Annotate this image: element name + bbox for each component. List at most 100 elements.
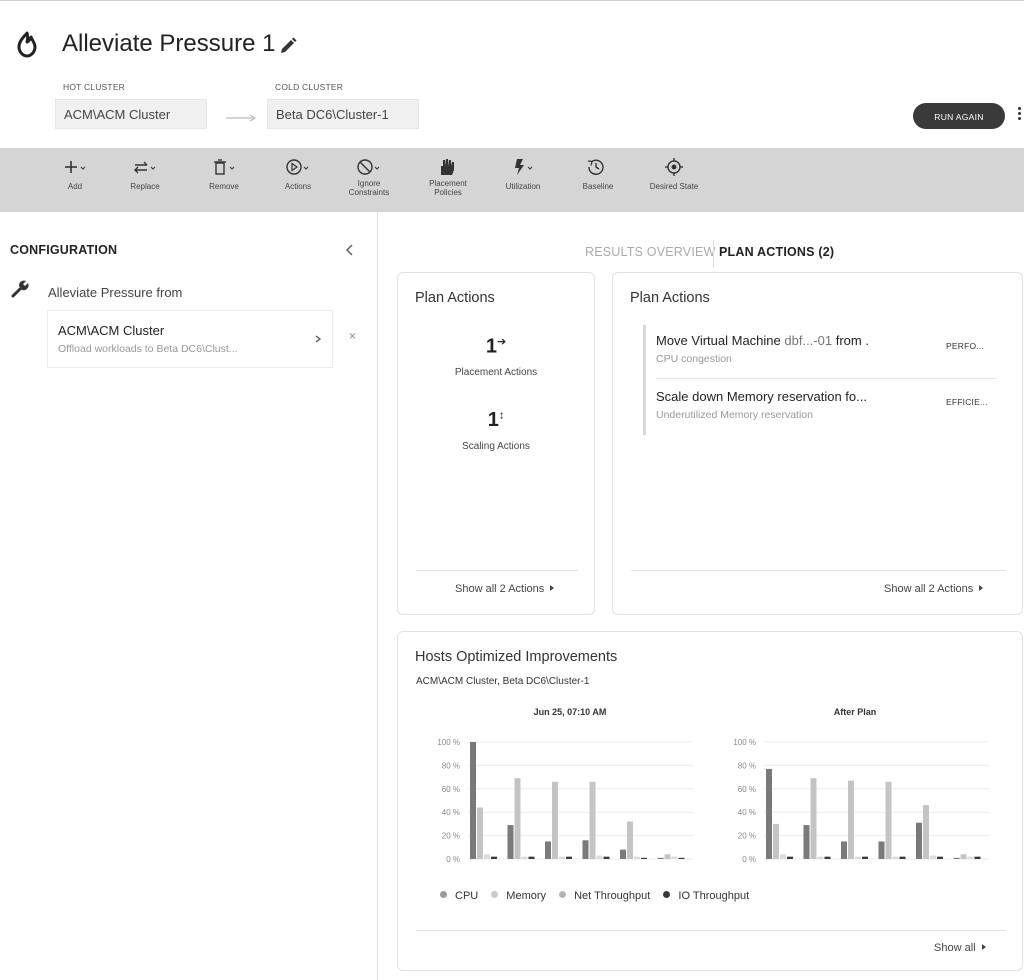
- bar-cpu: [507, 825, 514, 859]
- caret-right-icon: [550, 585, 555, 591]
- toolbar-ignore-constraints-label: Ignore Constraints: [337, 179, 401, 197]
- toolbar-remove[interactable]: Remove: [192, 158, 256, 191]
- legend-item-io-throughput: IO Throughput: [663, 890, 749, 902]
- action-title-end: from .: [835, 333, 869, 348]
- toolbar-utilization[interactable]: Utilization: [491, 158, 555, 191]
- tab-results-overview[interactable]: RESULTS OVERVIEW: [585, 245, 716, 259]
- page-title: Alleviate Pressure 1: [62, 30, 276, 57]
- toolbar-ignore-constraints[interactable]: Ignore Constraints: [337, 158, 401, 197]
- bar-memory: [885, 781, 892, 859]
- summary-show-all-text: Show all 2 Actions: [455, 583, 545, 595]
- bar-memory: [627, 821, 633, 859]
- configuration-panel: CONFIGURATION Alleviate Pressure from AC…: [0, 212, 378, 980]
- block-icon: [357, 159, 380, 175]
- bar-net-throughput: [671, 856, 678, 859]
- action-reason: Underutilized Memory reservation: [656, 409, 813, 421]
- actions-show-all-text: Show all 2 Actions: [884, 583, 974, 595]
- bar-io-throughput: [787, 856, 793, 859]
- plan-actions-list-card: Plan Actions Move Virtual Machine dbf...…: [612, 272, 1023, 615]
- bar-io-throughput: [824, 856, 831, 859]
- toolbar-baseline[interactable]: Baseline: [566, 158, 630, 191]
- toolbar-placement-policies[interactable]: Placement Policies: [416, 158, 480, 197]
- toolbar-ignore-line2: Constraints: [348, 188, 390, 197]
- placement-actions-count: 1➔: [398, 335, 594, 359]
- scaling-actions-count: 1↕: [398, 409, 594, 432]
- chart-card-title: Hosts Optimized Improvements: [415, 649, 618, 665]
- wrench-icon: [11, 280, 29, 298]
- toolbar-remove-label: Remove: [209, 182, 239, 191]
- summary-card-title: Plan Actions: [415, 290, 495, 306]
- caret-right-icon: [979, 585, 984, 591]
- chart-show-all-link[interactable]: Show all: [934, 942, 986, 954]
- alleviate-from-label: Alleviate Pressure from: [48, 285, 183, 300]
- action-row-divider: [656, 378, 996, 379]
- cold-cluster-label: COLD CLUSTER: [275, 82, 344, 92]
- summary-card-divider: [416, 570, 578, 571]
- chart-card-divider: [416, 930, 1006, 931]
- bar-net-throughput: [892, 856, 899, 859]
- toolbar-desired-state[interactable]: Desired State: [642, 158, 706, 191]
- bar-cpu: [545, 841, 551, 859]
- bolt-icon: [515, 159, 533, 175]
- hand-icon: [441, 159, 454, 175]
- bar-cpu: [620, 849, 626, 859]
- summary-show-all-link[interactable]: Show all 2 Actions: [455, 583, 555, 595]
- chevron-left-icon[interactable]: [345, 244, 355, 256]
- action-row[interactable]: Scale down Memory reservation fo... Unde…: [656, 383, 996, 431]
- action-category-badge: EFFICIE...: [946, 397, 988, 407]
- legend-label: Net Throughput: [574, 890, 651, 902]
- close-icon[interactable]: ×: [349, 329, 356, 343]
- action-title: Scale down Memory reservation fo...: [656, 389, 867, 404]
- bar-io-throughput: [603, 856, 610, 859]
- bar-memory: [848, 780, 854, 859]
- bar-memory: [477, 807, 483, 859]
- bar-net-throughput: [855, 856, 861, 859]
- more-options-icon[interactable]: [1017, 107, 1023, 125]
- bar-cpu: [766, 768, 772, 859]
- action-category-badge: PERFO...: [946, 341, 984, 351]
- bar-memory: [773, 823, 779, 859]
- action-row[interactable]: Move Virtual Machine dbf...-01 from . CP…: [656, 327, 996, 375]
- actions-list: Move Virtual Machine dbf...-01 from . CP…: [643, 325, 997, 435]
- action-title-entity: dbf...-01: [784, 333, 833, 348]
- toolbar-replace[interactable]: Replace: [113, 158, 177, 191]
- chart-after-title: After Plan: [833, 707, 877, 717]
- toolbar-add[interactable]: Add: [43, 158, 107, 191]
- configuration-title: CONFIGURATION: [10, 243, 118, 257]
- plan-actions-summary-card: Plan Actions 1➔ Placement Actions 1↕ Sca…: [397, 272, 595, 615]
- y-tick-label: 20 %: [442, 832, 460, 841]
- target-icon: [665, 158, 683, 176]
- bar-net-throughput: [967, 856, 974, 859]
- tab-plan-actions[interactable]: PLAN ACTIONS (2): [719, 245, 834, 259]
- y-tick-label: 20 %: [738, 832, 756, 841]
- chevron-right-icon[interactable]: [314, 333, 322, 345]
- placement-count-value: 1: [485, 335, 497, 358]
- run-again-button[interactable]: RUN AGAIN: [913, 103, 1005, 129]
- pencil-icon[interactable]: [278, 36, 298, 56]
- toolbar-placement-line1: Placement: [429, 179, 467, 188]
- hosts-bar-chart: 100 % 80 % 60 % 40 % 20 % 0 % 100 % 80 % 60 % 40 …: [437, 738, 989, 864]
- hot-cluster-field[interactable]: ACM\ACM Cluster: [55, 99, 207, 129]
- cold-cluster-field[interactable]: Beta DC6\Cluster-1: [267, 99, 419, 129]
- flame-icon: [17, 31, 37, 58]
- play-circle-icon: [286, 159, 309, 175]
- bar-io-throughput: [566, 856, 572, 859]
- bar-cpu: [953, 857, 960, 859]
- legend-item-net-throughput: Net Throughput: [559, 890, 650, 902]
- actions-show-all-link[interactable]: Show all 2 Actions: [884, 583, 984, 595]
- top-border: [0, 0, 1024, 8]
- bar-memory: [514, 778, 521, 859]
- bar-io-throughput: [974, 856, 981, 859]
- bar-cpu: [657, 857, 664, 859]
- toolbar-add-label: Add: [67, 182, 83, 191]
- y-tick-label: 60 %: [738, 785, 756, 794]
- swap-icon: [134, 161, 156, 174]
- toolbar-actions[interactable]: Actions: [266, 158, 330, 191]
- hosts-improvements-card: Hosts Optimized Improvements ACM\ACM Clu…: [397, 631, 1023, 971]
- bar-net-throughput: [817, 856, 824, 859]
- hot-cluster-card[interactable]: ACM\ACM Cluster Offload workloads to Bet…: [47, 310, 333, 368]
- chart-before-title: Jun 25, 07:10 AM: [533, 707, 607, 717]
- history-icon: [587, 159, 604, 175]
- plan-toolbar: Add Replace Remove Actions Ignore Constr…: [0, 148, 1024, 212]
- legend-label: CPU: [455, 890, 479, 902]
